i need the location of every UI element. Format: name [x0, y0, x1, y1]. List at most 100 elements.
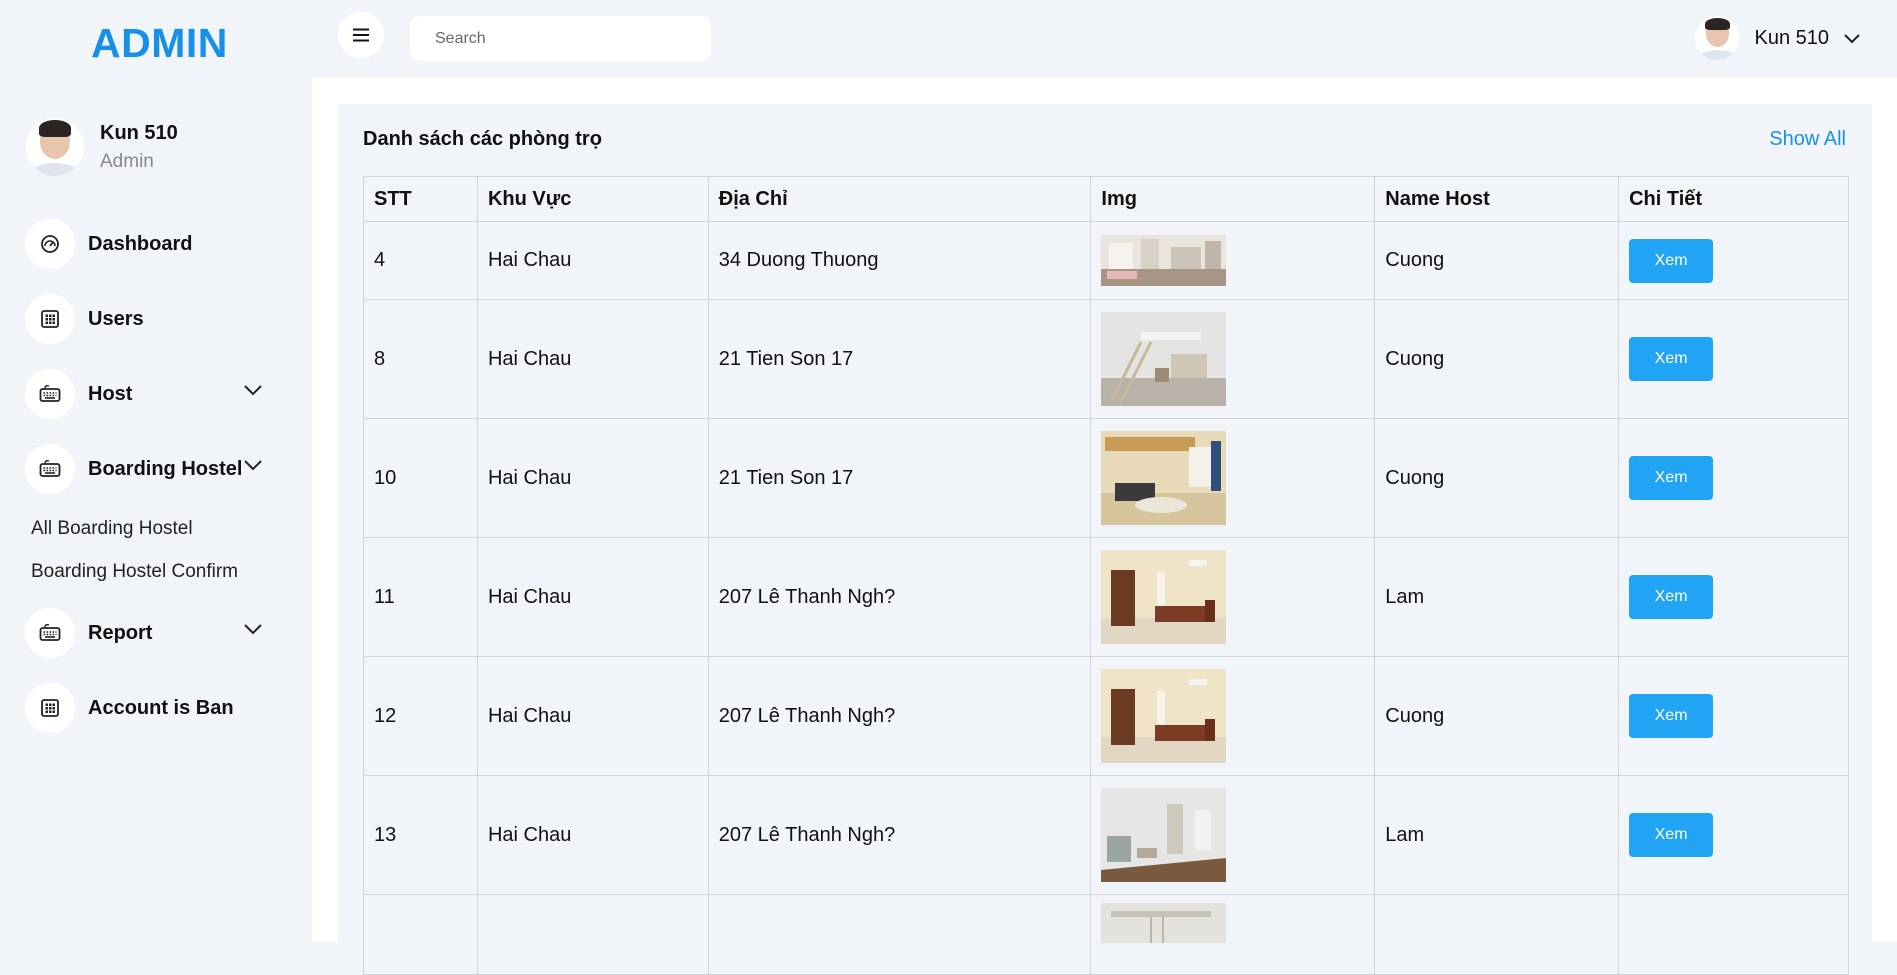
- cell-khu-vuc: Hai Chau: [476, 299, 709, 419]
- top-bar: Kun 510: [312, 0, 1897, 78]
- view-detail-button[interactable]: Xem: [1629, 813, 1714, 857]
- cell-host: Cuong: [1374, 299, 1620, 419]
- sidebar-subitem-all-boarding-hostel[interactable]: All Boarding Hostel: [31, 507, 275, 550]
- table-row: 12 Hai Chau 207 Lê Thanh Ngh? Cuong Xem: [363, 656, 1849, 776]
- room-thumbnail[interactable]: [1101, 669, 1227, 763]
- cell-dia-chi: 207 Lê Thanh Ngh?: [707, 775, 1092, 895]
- cell-host: Cuong: [1374, 418, 1620, 538]
- profile-role: Admin: [100, 150, 154, 172]
- sidebar-item-label: Account is Ban: [88, 696, 234, 719]
- cell-stt: 13: [363, 775, 478, 895]
- table-row: 10 Hai Chau 21 Tien Son 17 Cuong Xem: [363, 418, 1849, 538]
- cell-dia-chi: 21 Tien Son 17: [707, 418, 1092, 538]
- menu-toggle-button[interactable]: [338, 12, 384, 58]
- sidebar-item-dashboard[interactable]: Dashboard: [25, 218, 275, 270]
- user-menu[interactable]: Kun 510: [1695, 16, 1861, 60]
- cell-stt: 11: [363, 537, 478, 657]
- chevron-down-icon: [244, 460, 262, 471]
- cell-action: Xem: [1618, 221, 1849, 300]
- cell-action: Xem: [1618, 418, 1849, 538]
- show-all-link[interactable]: Show All: [1769, 128, 1846, 151]
- column-header[interactable]: Địa Chỉ: [707, 176, 1092, 222]
- user-name: Kun 510: [1754, 26, 1829, 49]
- avatar: [1695, 16, 1740, 60]
- room-thumbnail[interactable]: [1101, 550, 1227, 644]
- hamburger-icon: [353, 28, 369, 42]
- main-content: Danh sách các phòng trọ Show All STT Khu…: [312, 78, 1897, 975]
- cell-action: Xem: [1618, 775, 1849, 895]
- boarding-list-card: Danh sách các phòng trọ Show All STT Khu…: [338, 104, 1872, 975]
- column-header[interactable]: STT: [363, 176, 478, 222]
- view-detail-button[interactable]: Xem: [1629, 456, 1714, 500]
- cell-dia-chi: 207 Lê Thanh Ngh?: [707, 537, 1092, 657]
- view-detail-button[interactable]: Xem: [1629, 694, 1714, 738]
- keyboard-icon: [25, 444, 75, 494]
- cell-img: [1090, 299, 1376, 419]
- cell-khu-vuc: Hai Chau: [476, 221, 709, 300]
- cell-khu-vuc: Hai Chau: [476, 656, 709, 776]
- profile-name: Kun 510: [100, 121, 178, 144]
- cell-img: [1090, 537, 1376, 657]
- cell-host: [1374, 894, 1620, 975]
- column-header[interactable]: Chi Tiết: [1618, 176, 1849, 222]
- sidebar-item-label: Boarding Hostel: [88, 457, 243, 480]
- sidebar-item-host[interactable]: Host: [25, 368, 275, 420]
- chevron-down-icon: [244, 385, 262, 396]
- grid-icon: [25, 294, 75, 344]
- cell-stt: 10: [363, 418, 478, 538]
- cell-action: Xem: [1618, 537, 1849, 657]
- cell-host: Lam: [1374, 775, 1620, 895]
- cell-dia-chi: 21 Tien Son 17: [707, 299, 1092, 419]
- cell-dia-chi: 34 Duong Thuong: [707, 221, 1092, 300]
- cell-action: [1618, 894, 1849, 975]
- sidebar-item-account-ban[interactable]: Account is Ban: [25, 682, 275, 734]
- cell-action: Xem: [1618, 656, 1849, 776]
- view-detail-button[interactable]: Xem: [1629, 238, 1714, 283]
- cell-dia-chi: [707, 894, 1092, 975]
- cell-img: [1090, 894, 1376, 975]
- column-header[interactable]: Khu Vực: [476, 176, 709, 222]
- view-detail-button[interactable]: Xem: [1629, 337, 1714, 381]
- cell-img: [1090, 656, 1376, 776]
- cell-khu-vuc: Hai Chau: [476, 537, 709, 657]
- boarding-hostel-submenu: All Boarding Hostel Boarding Hostel Conf…: [31, 507, 275, 593]
- room-thumbnail[interactable]: [1101, 788, 1227, 882]
- cell-khu-vuc: Hai Chau: [476, 775, 709, 895]
- search-input[interactable]: [410, 16, 711, 61]
- table-row: 11 Hai Chau 207 Lê Thanh Ngh? Lam Xem: [363, 537, 1849, 657]
- sidebar-item-report[interactable]: Report: [25, 607, 275, 659]
- sidebar-item-label: Users: [88, 307, 144, 330]
- room-thumbnail[interactable]: [1101, 312, 1227, 406]
- sidebar-subitem-boarding-hostel-confirm[interactable]: Boarding Hostel Confirm: [31, 550, 275, 593]
- table-header-row: STT Khu Vực Địa Chỉ Img Name Host Chi Ti…: [363, 176, 1849, 222]
- cell-khu-vuc: Hai Chau: [476, 418, 709, 538]
- table-row: 13 Hai Chau 207 Lê Thanh Ngh? Lam Xem: [363, 775, 1849, 895]
- gauge-icon: [25, 219, 75, 269]
- cell-dia-chi: 207 Lê Thanh Ngh?: [707, 656, 1092, 776]
- cell-khu-vuc: [476, 894, 709, 975]
- cell-host: Lam: [1374, 537, 1620, 657]
- keyboard-icon: [25, 369, 75, 419]
- cell-host: Cuong: [1374, 656, 1620, 776]
- card-title: Danh sách các phòng trọ: [363, 128, 602, 150]
- cell-img: [1090, 775, 1376, 895]
- table-row: [363, 894, 1849, 975]
- avatar: [26, 118, 84, 176]
- cell-stt: 8: [363, 299, 478, 419]
- view-detail-button[interactable]: Xem: [1629, 575, 1714, 619]
- cell-img: [1090, 418, 1376, 538]
- sidebar-item-users[interactable]: Users: [25, 293, 275, 345]
- brand-logo[interactable]: ADMIN: [91, 20, 228, 67]
- column-header[interactable]: Img: [1090, 176, 1376, 222]
- sidebar-item-label: Dashboard: [88, 232, 193, 255]
- cell-host: Cuong: [1374, 221, 1620, 300]
- column-header[interactable]: Name Host: [1374, 176, 1620, 222]
- room-thumbnail[interactable]: [1101, 903, 1227, 943]
- grid-icon: [25, 683, 75, 733]
- room-thumbnail[interactable]: [1101, 431, 1227, 525]
- chevron-down-icon: [1844, 33, 1860, 43]
- sidebar-item-label: Report: [88, 621, 153, 644]
- sidebar-item-boarding-hostel[interactable]: Boarding Hostel: [25, 443, 275, 495]
- sidebar-nav: Dashboard Users Host Boarding Hostel All…: [25, 218, 275, 757]
- room-thumbnail[interactable]: [1101, 235, 1227, 286]
